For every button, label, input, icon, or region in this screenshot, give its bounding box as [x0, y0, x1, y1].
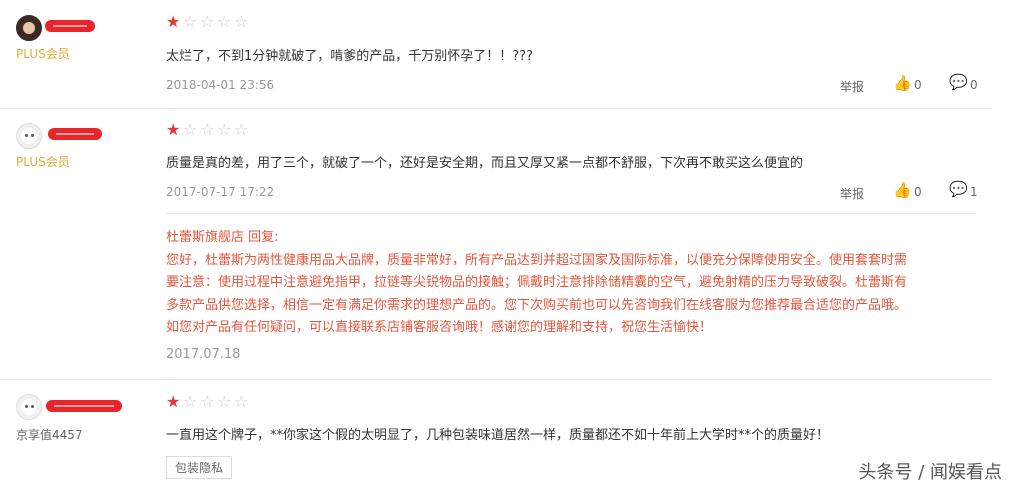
thumbs-up-icon[interactable]: 👍 — [893, 183, 912, 198]
redacted-username — [46, 400, 122, 412]
member-level: PLUS会员 — [16, 47, 70, 61]
star-icon: ☆ — [200, 392, 215, 411]
reply-line: 您好，杜蕾斯为两性健康用品大品牌，质量非常好，所有产品达到并超过国家及国际标准，… — [166, 252, 908, 268]
star-icon: ☆ — [183, 392, 198, 411]
redacted-username — [48, 128, 102, 140]
star-icon: ☆ — [234, 392, 249, 411]
avatar[interactable] — [16, 15, 42, 41]
comment-count: 1 — [970, 185, 978, 199]
seller-reply: 杜蕾斯旗舰店 回复: 您好，杜蕾斯为两性健康用品大品牌，质量非常好，所有产品达到… — [166, 227, 976, 340]
avatar[interactable] — [16, 394, 42, 420]
like-count: 0 — [914, 78, 922, 92]
star-rating: ★ ☆ ☆ ☆ ☆ — [166, 14, 251, 30]
report-link[interactable]: 举报 — [840, 78, 864, 95]
reply-line: 多款产品供您选择，相信一定有满足你需求的理想产品的。您下次购买前也可以先咨询我们… — [166, 297, 908, 313]
star-icon: ★ — [166, 120, 181, 139]
review-date: 2018-04-01 23:56 — [166, 78, 275, 92]
reply-separator — [166, 213, 976, 214]
member-level: 京享值4457 — [16, 428, 83, 442]
watermark: 头条号 / 闻娱看点 — [858, 462, 1002, 483]
review-tag: 包装隐私 — [166, 456, 233, 479]
reply-date: 2017.07.18 — [166, 347, 241, 362]
star-icon: ☆ — [183, 12, 198, 31]
review-item: PLUS会员 ★ ☆ ☆ ☆ ☆ 质量是真的差，用了三个，就破了一个，还好是安全期，而且… — [0, 109, 992, 379]
thumbs-up-icon[interactable]: 👍 — [893, 76, 912, 91]
reply-line: 要注意：使用过程中注意避免指甲，拉链等尖锐物品的接触；佩戴时注意排除储精囊的空气… — [166, 275, 908, 290]
review-text: 太烂了，不到1分钟就破了，啃爹的产品，千万别怀孕了！！??? — [166, 49, 533, 64]
star-icon: ☆ — [234, 120, 249, 139]
star-icon: ☆ — [217, 12, 232, 31]
report-link[interactable]: 举报 — [840, 185, 864, 202]
comment-bubble-icon[interactable]: 💬 — [949, 75, 968, 90]
review-item: 京享值4457 ★ ☆ ☆ ☆ ☆ 一直用这个牌子，**你家这个假的太明显了，几种包装味… — [0, 380, 992, 491]
star-icon: ☆ — [200, 12, 215, 31]
star-icon: ☆ — [183, 120, 198, 139]
comment-bubble-icon[interactable]: 💬 — [949, 182, 968, 197]
star-icon: ★ — [166, 392, 181, 411]
avatar[interactable] — [16, 123, 42, 149]
review-text: 质量是真的差，用了三个，就破了一个，还好是安全期，而且又厚又紧一点都不舒服，下次… — [166, 156, 804, 171]
review-date: 2017-07-17 17:22 — [166, 185, 275, 199]
review-item: PLUS会员 ★ ☆ ☆ ☆ ☆ 太烂了，不到1分钟就破了，啃爹的产品，千万别怀孕了！！… — [0, 0, 992, 108]
star-icon: ☆ — [217, 120, 232, 139]
reply-header: 杜蕾斯旗舰店 回复: — [166, 230, 279, 245]
redacted-username — [45, 20, 95, 32]
star-rating: ★ ☆ ☆ ☆ ☆ — [166, 122, 251, 138]
comment-count: 0 — [970, 78, 978, 92]
star-icon: ☆ — [200, 120, 215, 139]
star-rating: ★ ☆ ☆ ☆ ☆ — [166, 394, 251, 410]
star-icon: ☆ — [217, 392, 232, 411]
member-level: PLUS会员 — [16, 155, 70, 169]
star-icon: ★ — [166, 12, 181, 31]
reply-line: 如您对产品有任何疑问，可以直接联系店铺客服咨询哦！感谢您的理解和支持，祝您生活愉… — [166, 320, 713, 335]
like-count: 0 — [914, 185, 922, 199]
star-icon: ☆ — [234, 12, 249, 31]
review-text: 一直用这个牌子，**你家这个假的太明显了，几种包装味道居然一样，质量都还不如十年… — [166, 428, 830, 443]
